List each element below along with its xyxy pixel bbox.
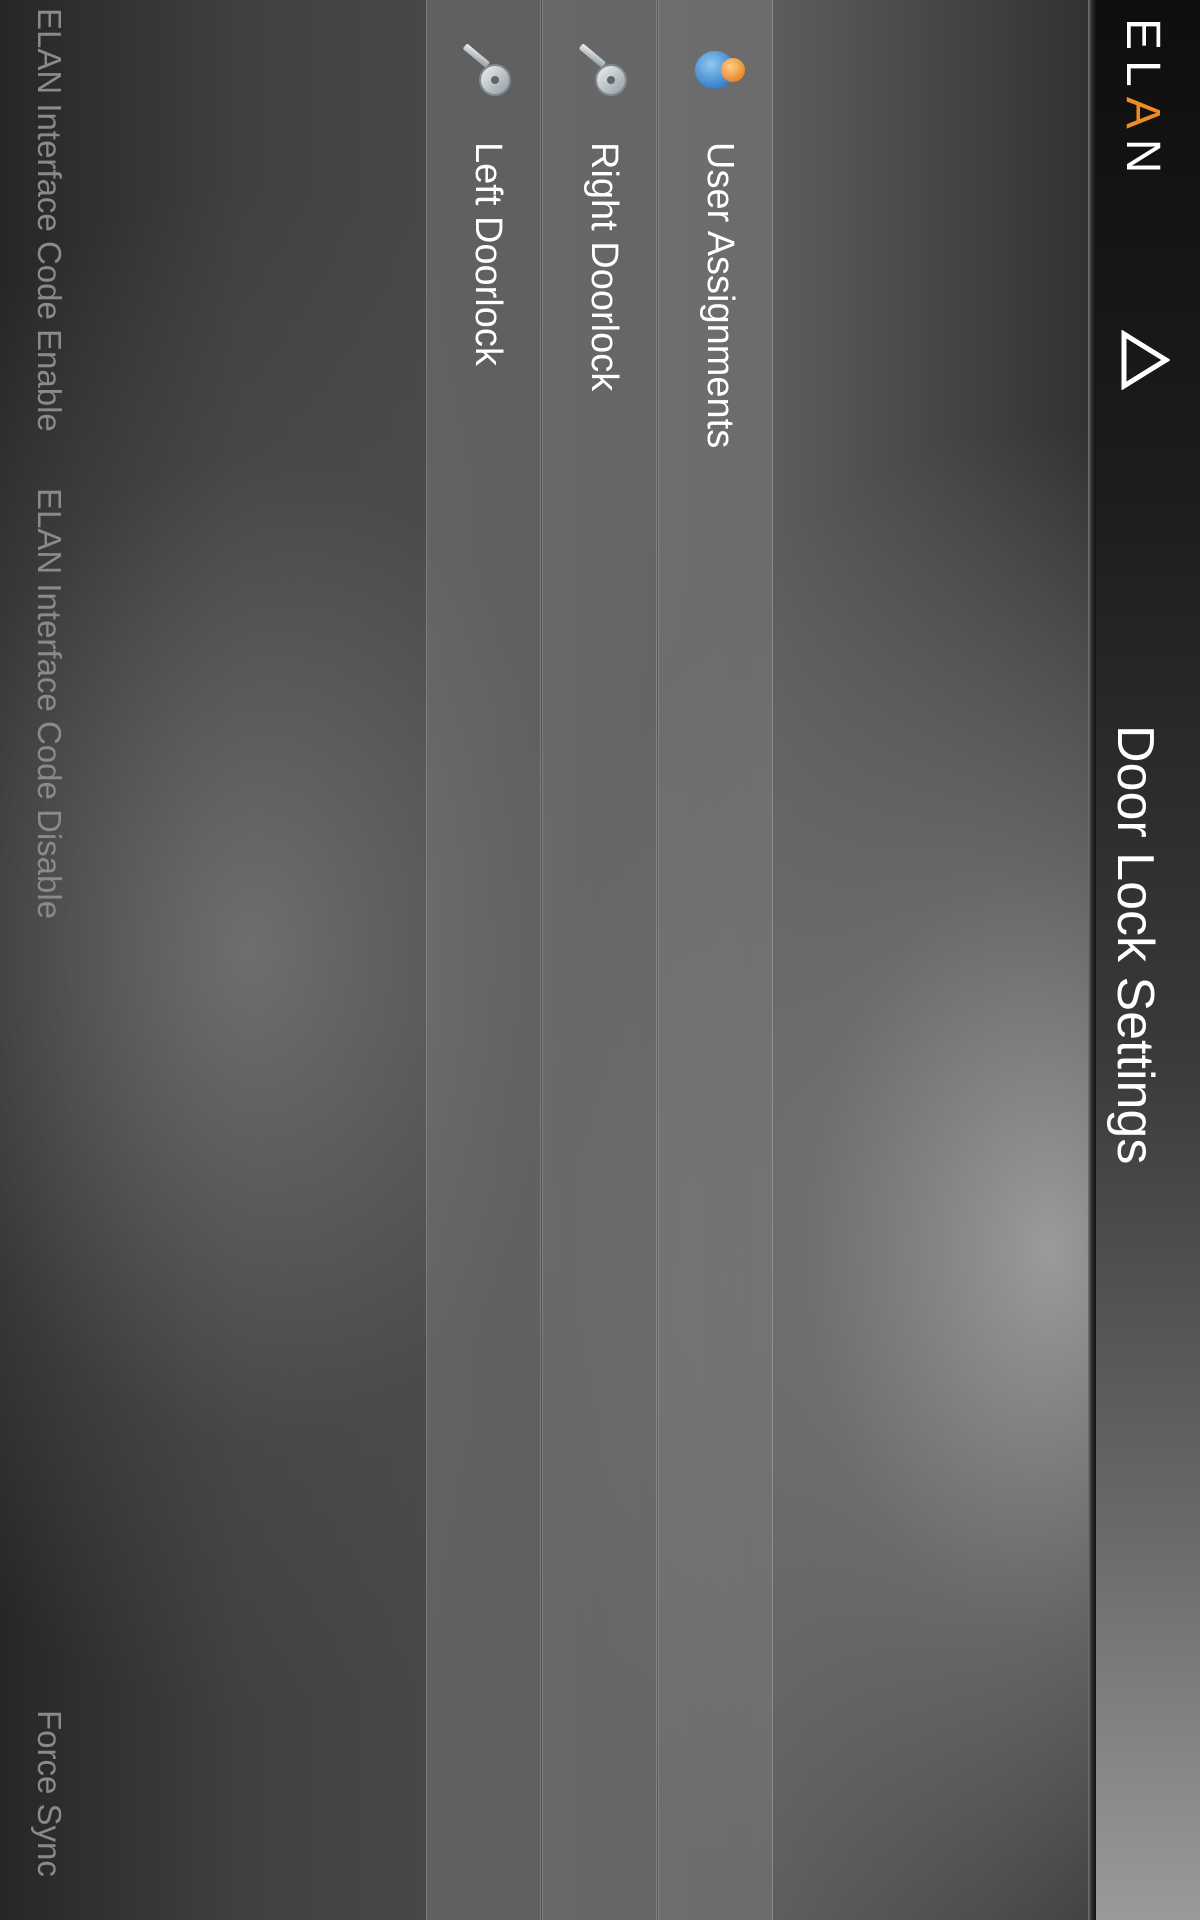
header-divider	[1088, 0, 1096, 1920]
force-sync-button[interactable]: Force Sync	[30, 1710, 68, 1877]
interface-code-disable-button[interactable]: ELAN Interface Code Disable	[30, 488, 68, 919]
list-item-user-assignments[interactable]: User Assignments	[658, 0, 773, 1920]
elan-logo: ELAN	[1115, 18, 1170, 183]
logo-text-prefix: EL	[1116, 18, 1169, 97]
screen: ELAN Door Lock Settings User Assignments…	[0, 0, 1200, 1920]
settings-list: User Assignments Right Doorlock Left Doo…	[426, 0, 774, 1920]
triangle-back-icon	[1121, 329, 1171, 391]
list-item-label: User Assignments	[699, 142, 741, 449]
logo-text-accent: A	[1116, 96, 1169, 139]
logo-text-suffix: N	[1116, 138, 1169, 184]
page-title: Door Lock Settings	[1106, 725, 1164, 1165]
key-icon	[463, 44, 511, 96]
list-item-left-doorlock[interactable]: Left Doorlock	[426, 0, 541, 1920]
list-item-label: Left Doorlock	[467, 142, 509, 366]
list-item-right-doorlock[interactable]: Right Doorlock	[542, 0, 657, 1920]
key-icon	[579, 44, 627, 96]
list-item-label: Right Doorlock	[583, 142, 625, 392]
back-button[interactable]	[1120, 329, 1171, 391]
interface-code-enable-button[interactable]: ELAN Interface Code Enable	[30, 8, 68, 432]
user-group-icon	[695, 51, 745, 89]
